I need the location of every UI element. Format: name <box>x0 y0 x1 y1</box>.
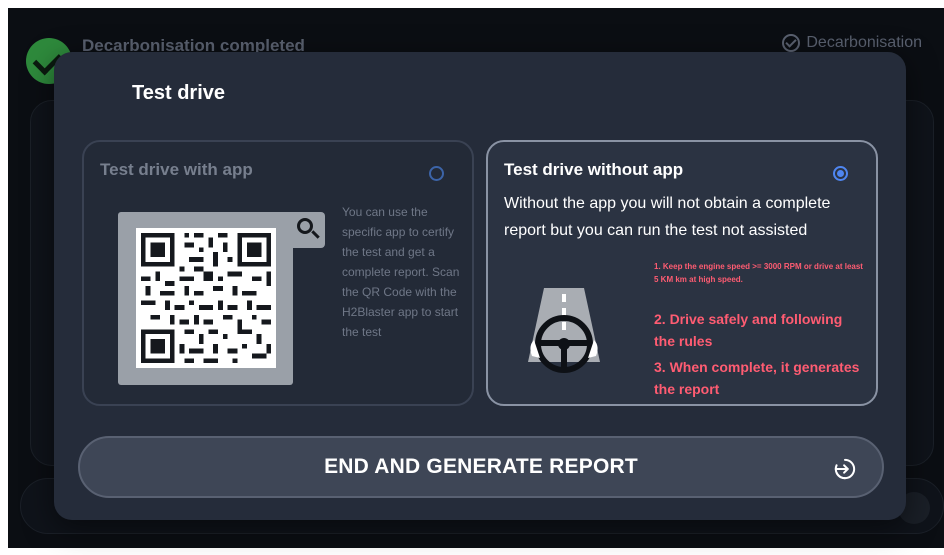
option-without-app-description: Without the app you will not obtain a co… <box>504 195 831 239</box>
option-with-app-title: Test drive with app <box>100 160 253 179</box>
qr-zoom-button[interactable] <box>289 212 325 248</box>
background-status: Decarbonisation <box>782 34 922 52</box>
rule-2: 2. Drive safely and following the rules <box>654 311 843 349</box>
rule-3: 3. When complete, it generates the repor… <box>654 359 860 397</box>
radio-without-app[interactable] <box>833 166 848 181</box>
qr-code-icon <box>136 228 276 368</box>
radio-with-app[interactable] <box>429 166 444 181</box>
test-drive-modal: Test drive Test drive with app You can u… <box>54 52 906 520</box>
enter-icon <box>834 458 856 480</box>
option-test-drive-without-app[interactable]: Test drive without app Without the app y… <box>486 140 878 406</box>
option-with-app-description: You can use the specific app to certify … <box>342 205 460 339</box>
qr-code-panel <box>118 212 293 385</box>
modal-title: Test drive <box>132 82 225 104</box>
end-and-generate-report-button[interactable]: END AND GENERATE REPORT <box>78 436 884 498</box>
rule-1: 1. Keep the engine speed >= 3000 RPM or … <box>654 262 863 284</box>
steering-wheel-road-icon <box>528 288 600 373</box>
option-test-drive-with-app[interactable]: Test drive with app You can use the spec… <box>82 140 474 406</box>
option-without-app-title: Test drive without app <box>504 160 684 179</box>
end-button-label: END AND GENERATE REPORT <box>324 455 638 478</box>
check-outline-icon <box>782 34 801 52</box>
background-status-label: Decarbonisation <box>806 34 922 51</box>
